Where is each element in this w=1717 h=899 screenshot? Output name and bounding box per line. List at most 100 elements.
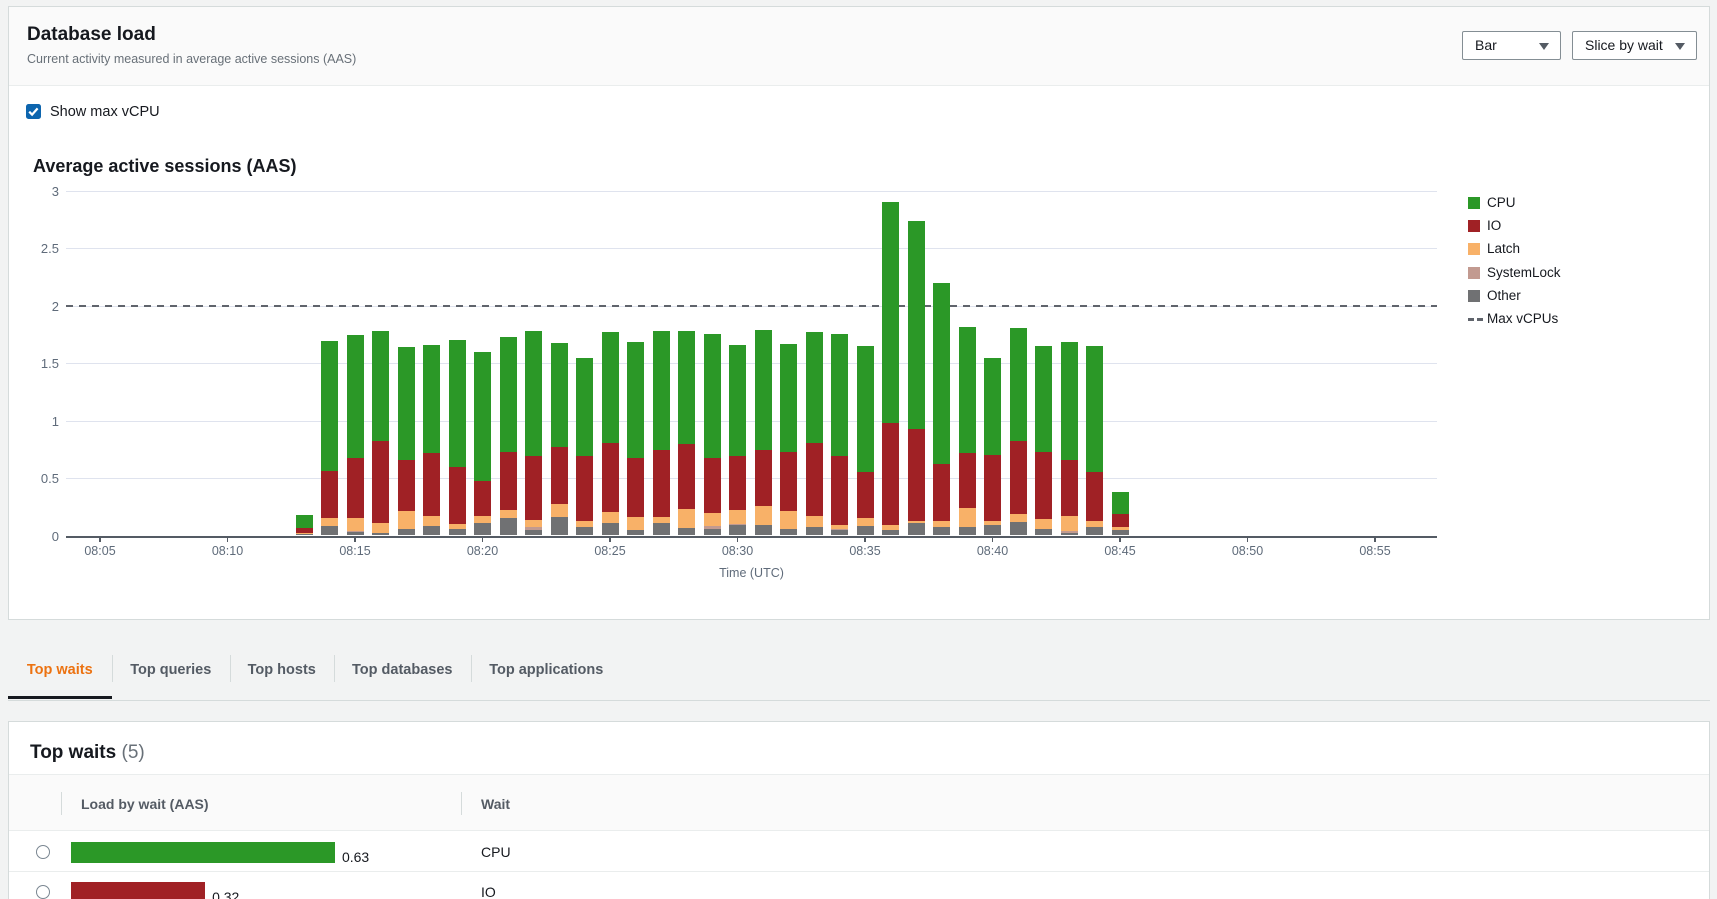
bar-segment-other bbox=[1086, 527, 1103, 535]
tab-top-waits[interactable]: Top waits bbox=[8, 648, 112, 700]
load-value: 0.63 bbox=[342, 850, 369, 864]
bar-segment-latch bbox=[500, 510, 517, 518]
stacked-bar-08:19[interactable] bbox=[449, 340, 466, 536]
stacked-bar-08:26[interactable] bbox=[627, 342, 644, 535]
top-waits-panel: Top waits (5) Load by wait (AAS) Wait 0.… bbox=[8, 721, 1710, 899]
stacked-bar-08:25[interactable] bbox=[602, 332, 619, 536]
bar-segment-cpu bbox=[984, 358, 1001, 455]
stacked-bar-08:31[interactable] bbox=[755, 330, 772, 536]
wait-name: CPU bbox=[481, 845, 511, 859]
bar-segment-io bbox=[704, 458, 721, 513]
bar-segment-io bbox=[806, 443, 823, 516]
tab-top-hosts[interactable]: Top hosts bbox=[230, 648, 334, 700]
bar-segment-latch bbox=[525, 520, 542, 527]
row-radio-button[interactable] bbox=[36, 845, 50, 859]
bar-segment-latch bbox=[1010, 514, 1027, 523]
legend-label: Other bbox=[1487, 289, 1521, 303]
load-value: 0.32 bbox=[212, 890, 239, 899]
bar-segment-io bbox=[1035, 452, 1052, 520]
stacked-bar-08:45[interactable] bbox=[1112, 492, 1129, 535]
column-header-wait[interactable]: Wait bbox=[481, 796, 510, 812]
bar-segment-io bbox=[551, 447, 568, 504]
table-row-cpu[interactable]: 0.63 CPU bbox=[9, 832, 1709, 872]
y-axis-label: 3 bbox=[19, 185, 59, 198]
stacked-bar-08:40[interactable] bbox=[984, 358, 1001, 536]
bar-segment-other bbox=[398, 529, 415, 536]
bar-segment-io bbox=[347, 458, 364, 518]
stacked-bar-08:22[interactable] bbox=[525, 331, 542, 535]
stacked-bar-08:20[interactable] bbox=[474, 352, 491, 535]
stacked-bar-08:39[interactable] bbox=[959, 327, 976, 535]
legend-label: SystemLock bbox=[1487, 266, 1561, 280]
stacked-bar-08:37[interactable] bbox=[908, 221, 925, 536]
gridline-y-2.5 bbox=[66, 248, 1437, 249]
stacked-bar-08:35[interactable] bbox=[857, 346, 874, 535]
stacked-bar-08:38[interactable] bbox=[933, 283, 950, 535]
stacked-bar-08:28[interactable] bbox=[678, 331, 695, 535]
bar-segment-io bbox=[372, 441, 389, 524]
bar-segment-latch bbox=[321, 518, 338, 525]
row-radio-button[interactable] bbox=[36, 885, 50, 899]
tabs-bar: Top waitsTop queriesTop hostsTop databas… bbox=[8, 648, 1710, 701]
bar-segment-cpu bbox=[678, 331, 695, 443]
bar-segment-other bbox=[806, 527, 823, 535]
tab-top-applications[interactable]: Top applications bbox=[471, 648, 622, 700]
bar-segment-io bbox=[780, 452, 797, 511]
x-axis-label: 08:55 bbox=[1343, 545, 1407, 558]
bar-segment-cpu bbox=[602, 332, 619, 443]
tab-top-queries[interactable]: Top queries bbox=[112, 648, 231, 700]
stacked-bar-08:41[interactable] bbox=[1010, 328, 1027, 536]
bar-segment-io bbox=[678, 444, 695, 510]
bar-segment-io bbox=[500, 452, 517, 510]
bar-segment-io bbox=[398, 460, 415, 512]
legend-dash-icon bbox=[1477, 318, 1483, 321]
tab-top-databases[interactable]: Top databases bbox=[334, 648, 472, 700]
bar-segment-latch bbox=[347, 518, 364, 531]
legend-swatch-icon bbox=[1468, 267, 1480, 279]
stacked-bar-08:15[interactable] bbox=[347, 335, 364, 536]
bar-segment-cpu bbox=[857, 346, 874, 472]
bar-segment-other bbox=[984, 525, 1001, 536]
bar-segment-io bbox=[423, 453, 440, 516]
stacked-bar-08:33[interactable] bbox=[806, 332, 823, 536]
waits-table-header: Load by wait (AAS) Wait bbox=[9, 774, 1709, 831]
x-axis-line bbox=[66, 536, 1437, 538]
stacked-bar-08:43[interactable] bbox=[1061, 342, 1078, 536]
stacked-bar-08:30[interactable] bbox=[729, 345, 746, 535]
legend-dash-icon bbox=[1468, 318, 1474, 321]
y-axis-label: 2 bbox=[19, 300, 59, 313]
stacked-bar-08:21[interactable] bbox=[500, 337, 517, 535]
bar-segment-io bbox=[831, 456, 848, 526]
y-axis-label: 1.5 bbox=[19, 357, 59, 370]
bar-segment-io bbox=[755, 450, 772, 505]
stacked-bar-08:16[interactable] bbox=[372, 331, 389, 535]
stacked-bar-08:18[interactable] bbox=[423, 345, 440, 535]
x-axis-tick bbox=[992, 538, 994, 543]
x-axis-label: 08:25 bbox=[578, 545, 642, 558]
stacked-bar-08:13[interactable] bbox=[296, 515, 313, 535]
stacked-bar-08:27[interactable] bbox=[653, 331, 670, 535]
stacked-bar-08:29[interactable] bbox=[704, 334, 721, 535]
table-row-io[interactable]: 0.32 IO bbox=[9, 872, 1709, 899]
stacked-bar-08:34[interactable] bbox=[831, 334, 848, 535]
stacked-bar-08:14[interactable] bbox=[321, 341, 338, 535]
database-load-panel: Database load Current activity measured … bbox=[8, 6, 1710, 620]
x-axis-tick bbox=[354, 538, 356, 543]
stacked-bar-08:23[interactable] bbox=[551, 343, 568, 536]
column-header-load[interactable]: Load by wait (AAS) bbox=[81, 796, 209, 812]
bar-segment-latch bbox=[398, 511, 415, 528]
bar-segment-latch bbox=[1035, 519, 1052, 528]
bar-segment-latch bbox=[602, 512, 619, 523]
gridline-y-1.5 bbox=[66, 363, 1437, 364]
stacked-bar-08:44[interactable] bbox=[1086, 346, 1103, 535]
stacked-bar-08:36[interactable] bbox=[882, 202, 899, 536]
stacked-bar-08:24[interactable] bbox=[576, 358, 593, 536]
bar-segment-io bbox=[576, 456, 593, 522]
stacked-bar-08:17[interactable] bbox=[398, 347, 415, 536]
gridline-y-0.5 bbox=[66, 478, 1437, 479]
bar-segment-latch bbox=[933, 521, 950, 528]
stacked-bar-08:32[interactable] bbox=[780, 344, 797, 535]
stacked-bar-08:42[interactable] bbox=[1035, 346, 1052, 536]
bar-segment-cpu bbox=[933, 283, 950, 464]
wait-name: IO bbox=[481, 885, 496, 899]
